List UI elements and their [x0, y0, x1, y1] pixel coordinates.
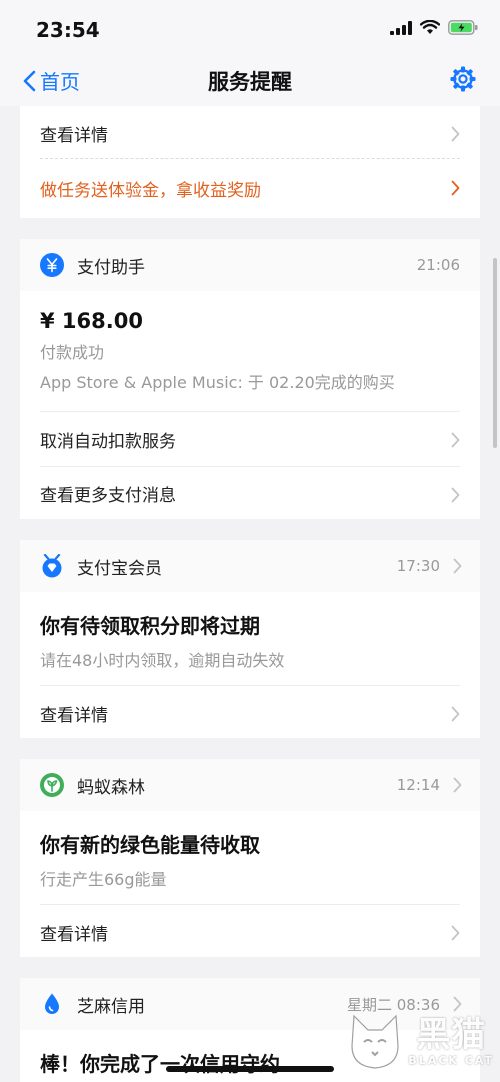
- message-headline: 你有待领取积分即将过期: [40, 614, 260, 638]
- watermark-en: BLACK CAT: [408, 1053, 494, 1067]
- payment-summary[interactable]: ¥ 168.00 付款成功 App Store & Apple Music: 于…: [20, 291, 480, 411]
- chevron-right-icon: [451, 126, 460, 142]
- app-name: 芝麻信用: [77, 996, 145, 1017]
- message-body[interactable]: 你有新的绿色能量待收取 行走产生66g能量: [20, 811, 480, 904]
- forest-leaf-icon: [40, 773, 64, 797]
- chevron-right-icon: [453, 558, 462, 574]
- view-details-row[interactable]: 查看详情: [20, 686, 480, 740]
- message-body[interactable]: 你有待领取积分即将过期 请在48小时内领取，逾期自动失效: [20, 592, 480, 685]
- home-indicator[interactable]: [166, 1066, 334, 1072]
- page-title: 服务提醒: [208, 70, 292, 94]
- wifi-icon: [420, 20, 440, 34]
- card-header[interactable]: 蚂蚁森林 12:14: [20, 759, 480, 811]
- watermark-cn: 黑猫: [416, 1014, 487, 1055]
- card-header: 支付助手 21:06: [20, 239, 480, 291]
- promo-row[interactable]: 做任务送体验金，拿收益奖励: [20, 159, 480, 217]
- timestamp: 17:30: [396, 557, 440, 575]
- chevron-right-icon: [453, 777, 462, 793]
- message-subtext: 请在48小时内领取，逾期自动失效: [40, 651, 285, 670]
- view-details-row[interactable]: 查看详情: [20, 905, 480, 959]
- timestamp: 12:14: [396, 776, 440, 794]
- more-payment-messages-label: 查看更多支付消息: [40, 485, 176, 506]
- notification-card-partial: 查看详情 做任务送体验金，拿收益奖励: [20, 106, 480, 218]
- notification-list[interactable]: 查看详情 做任务送体验金，拿收益奖励 支付助手 21:06 ¥ 168.00 付…: [0, 106, 500, 1082]
- cancel-autopay-label: 取消自动扣款服务: [40, 431, 176, 452]
- notification-card-alipay-member: 支付宝会员 17:30 你有待领取积分即将过期 请在48小时内领取，逾期自动失效…: [20, 540, 480, 738]
- settings-button[interactable]: [450, 66, 476, 96]
- yuan-icon: [40, 253, 64, 277]
- message-headline: 你有新的绿色能量待收取: [40, 833, 260, 857]
- gear-icon: [450, 66, 476, 92]
- payment-description: App Store & Apple Music: 于 02.20完成的购买: [40, 373, 395, 392]
- status-time: 23:54: [36, 18, 100, 42]
- member-badge-icon: [42, 554, 62, 578]
- scrollbar[interactable]: [493, 258, 497, 448]
- water-drop-icon: [45, 993, 59, 1014]
- view-details-label: 查看详情: [40, 125, 108, 146]
- view-details-row[interactable]: 查看详情: [20, 106, 480, 158]
- payment-status: 付款成功: [40, 343, 105, 362]
- promo-label: 做任务送体验金，拿收益奖励: [40, 180, 261, 201]
- chevron-right-icon: [451, 487, 460, 503]
- view-details-label: 查看详情: [40, 924, 108, 945]
- navigation-bar: 首页 服务提醒: [0, 58, 500, 106]
- chevron-right-icon: [451, 432, 460, 448]
- message-subtext: 行走产生66g能量: [40, 870, 167, 889]
- app-name: 支付助手: [77, 257, 145, 278]
- card-header[interactable]: 支付宝会员 17:30: [20, 540, 480, 592]
- timestamp: 21:06: [416, 256, 460, 274]
- view-details-label: 查看详情: [40, 705, 108, 726]
- app-name: 蚂蚁森林: [77, 777, 145, 798]
- battery-charging-icon: [448, 20, 478, 35]
- app-name: 支付宝会员: [77, 558, 162, 579]
- chevron-right-icon: [451, 180, 460, 196]
- chevron-right-icon: [453, 996, 462, 1012]
- cancel-autopay-row[interactable]: 取消自动扣款服务: [20, 412, 480, 466]
- chevron-right-icon: [451, 706, 460, 722]
- chevron-right-icon: [451, 925, 460, 941]
- notification-card-payment-assistant: 支付助手 21:06 ¥ 168.00 付款成功 App Store & App…: [20, 239, 480, 519]
- watermark-logo: 黑猫 BLACK CAT: [346, 1012, 494, 1070]
- cat-logo-icon: [351, 1014, 400, 1069]
- payment-amount: ¥ 168.00: [40, 309, 143, 333]
- notification-card-ant-forest: 蚂蚁森林 12:14 你有新的绿色能量待收取 行走产生66g能量 查看详情: [20, 759, 480, 957]
- status-bar: 23:54: [0, 0, 500, 58]
- cellular-signal-icon: [390, 20, 412, 35]
- more-payment-messages-row[interactable]: 查看更多支付消息: [20, 467, 480, 519]
- status-icons: [390, 20, 478, 35]
